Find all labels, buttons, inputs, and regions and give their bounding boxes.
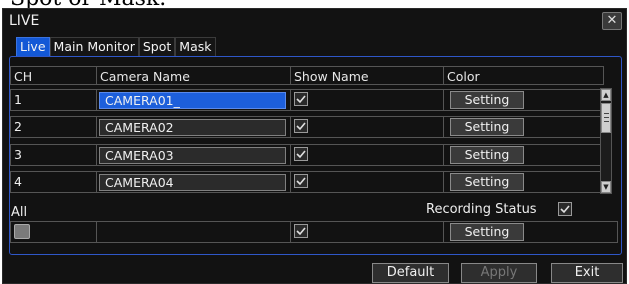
header-cell-camera-name: Camera Name — [97, 66, 291, 85]
header-ch: CH — [14, 69, 33, 84]
apply-button[interactable]: Apply — [461, 263, 537, 283]
color-setting-button[interactable]: Setting — [450, 118, 524, 136]
ch-cell: 2 — [10, 116, 97, 138]
color-cell: Setting — [444, 116, 604, 138]
show-name-cell — [291, 116, 444, 138]
checkmark-icon — [296, 177, 306, 186]
default-button[interactable]: Default — [372, 263, 449, 283]
all-color-cell: Setting — [444, 221, 618, 243]
ch-cell: 1 — [10, 89, 97, 111]
header-show-name: Show Name — [294, 69, 369, 84]
checkmark-icon — [560, 205, 570, 214]
scroll-up-icon[interactable]: ▲ — [601, 89, 611, 101]
all-select-checkbox[interactable] — [14, 224, 30, 239]
show-name-checkbox[interactable] — [294, 119, 308, 133]
table-row: 4 CAMERA04 Setting — [10, 171, 618, 193]
all-label: All — [11, 205, 28, 220]
live-settings-window: LIVE ✕ Live Main Monitor Spot Mask CH Ca… — [2, 8, 627, 284]
table-header-row: CH Camera Name Show Name Color — [10, 66, 618, 85]
page-fragment: Spot or Mask. — [0, 0, 629, 11]
table-scrollbar[interactable]: ▲ ▼ — [600, 88, 612, 194]
ch-number: 2 — [14, 119, 22, 134]
titlebar: LIVE ✕ — [3, 9, 626, 33]
ch-number: 3 — [14, 147, 22, 162]
show-name-checkbox[interactable] — [294, 147, 308, 161]
all-name-cell — [97, 221, 291, 243]
recording-status-label: Recording Status — [426, 202, 537, 217]
recording-status: Recording Status — [426, 202, 572, 217]
show-name-cell — [291, 144, 444, 166]
header-camera-name: Camera Name — [100, 69, 190, 84]
color-cell: Setting — [444, 144, 604, 166]
tab-bar: Live Main Monitor Spot Mask — [16, 37, 216, 56]
all-show-name-cell — [291, 221, 444, 243]
camera-name-cell: CAMERA03 — [97, 144, 291, 166]
tab-main-monitor[interactable]: Main Monitor — [49, 37, 139, 56]
checkmark-icon — [296, 122, 306, 131]
camera-name-cell: CAMERA04 — [97, 171, 291, 193]
tab-spot[interactable]: Spot — [138, 37, 176, 56]
tab-live[interactable]: Live — [16, 37, 50, 56]
color-setting-button[interactable]: Setting — [450, 146, 524, 164]
scroll-thumb[interactable] — [601, 103, 611, 133]
camera-name-input[interactable]: CAMERA02 — [99, 119, 286, 136]
ch-cell: 4 — [10, 171, 97, 193]
checkmark-icon — [296, 95, 306, 104]
header-cell-show-name: Show Name — [291, 66, 444, 85]
checkmark-icon — [296, 150, 306, 159]
all-ch-cell — [10, 221, 97, 243]
all-row: Setting — [10, 221, 618, 243]
show-name-checkbox[interactable] — [294, 92, 308, 106]
recording-status-checkbox[interactable] — [558, 202, 572, 216]
show-name-cell — [291, 171, 444, 193]
header-cell-color: Color — [444, 66, 604, 85]
window-title: LIVE — [9, 13, 40, 29]
ch-number: 1 — [14, 92, 22, 107]
tab-mask[interactable]: Mask — [175, 37, 216, 56]
color-cell: Setting — [444, 89, 604, 111]
all-show-name-checkbox[interactable] — [294, 224, 308, 238]
scroll-down-icon[interactable]: ▼ — [601, 181, 611, 193]
color-cell: Setting — [444, 171, 604, 193]
exit-button[interactable]: Exit — [551, 263, 623, 283]
table-row: 1 CAMERA01_ Setting — [10, 89, 618, 111]
show-name-checkbox[interactable] — [294, 174, 308, 188]
header-cell-ch: CH — [10, 66, 97, 85]
close-button[interactable]: ✕ — [602, 12, 622, 30]
color-setting-button[interactable]: Setting — [450, 91, 524, 109]
show-name-cell — [291, 89, 444, 111]
camera-name-input[interactable]: CAMERA01_ — [99, 92, 286, 109]
camera-name-cell: CAMERA01_ — [97, 89, 291, 111]
header-color: Color — [447, 69, 480, 84]
color-setting-button[interactable]: Setting — [450, 173, 524, 191]
camera-name-input[interactable]: CAMERA04 — [99, 174, 286, 191]
table-row: 2 CAMERA02 Setting — [10, 116, 618, 138]
ch-number: 4 — [14, 174, 22, 189]
ch-cell: 3 — [10, 144, 97, 166]
all-color-setting-button[interactable]: Setting — [450, 223, 524, 241]
checkmark-icon — [296, 227, 306, 236]
camera-name-cell: CAMERA02 — [97, 116, 291, 138]
table-row: 3 CAMERA03 Setting — [10, 144, 618, 166]
camera-name-input[interactable]: CAMERA03 — [99, 147, 286, 164]
close-icon: ✕ — [606, 13, 618, 28]
